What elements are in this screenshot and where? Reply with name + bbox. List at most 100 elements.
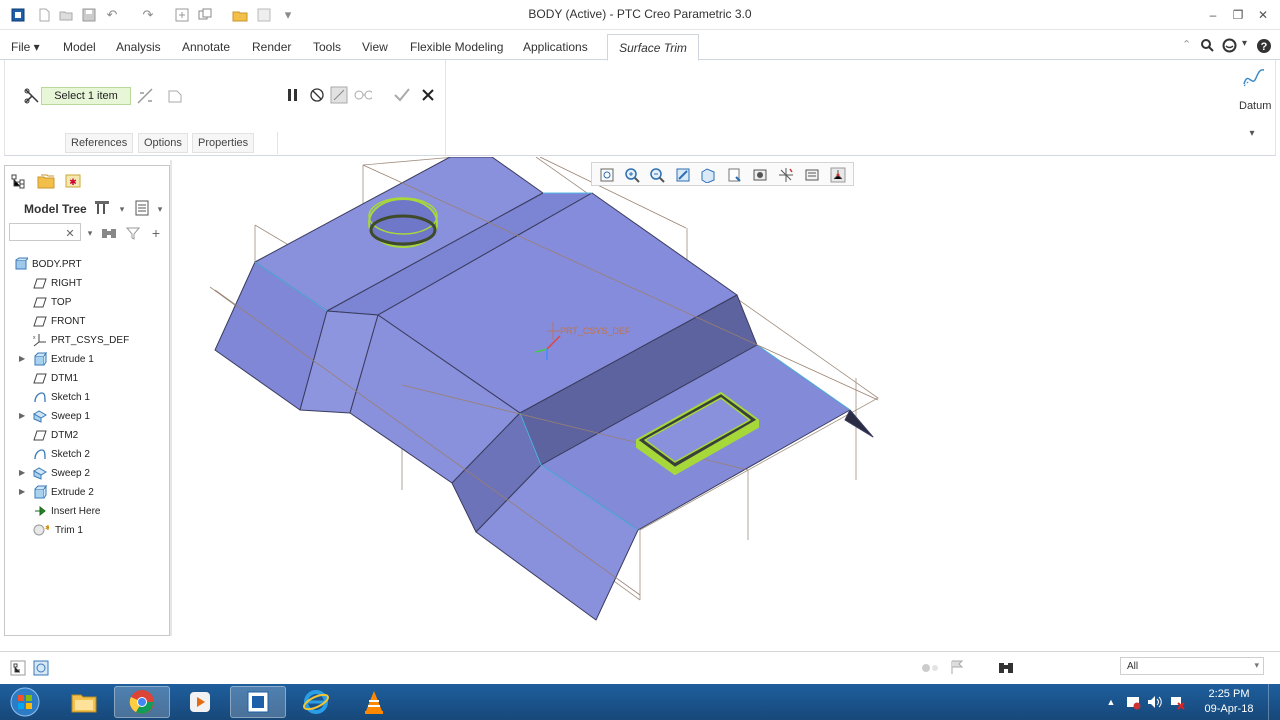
annotation-display-icon[interactable] [803,166,821,184]
tree-item-sweep-1[interactable]: ▶ Sweep 1 [5,408,169,426]
restore-icon[interactable]: ❐ [1227,6,1249,24]
tab-model[interactable]: Model [63,40,96,54]
trim-object-icon[interactable] [23,87,41,105]
start-button[interactable] [2,686,48,718]
search-dropdown-icon[interactable]: ▾ [81,224,99,242]
find-icon[interactable] [100,224,118,242]
community-icon[interactable] [1222,38,1237,56]
close-window-icon[interactable] [232,7,248,23]
tree-item-insert-here[interactable]: Insert Here [5,503,169,521]
show-hidden-icons-icon[interactable]: ▲ [1102,693,1120,711]
tab-analysis[interactable]: Analysis [116,40,161,54]
taskbar-explorer-icon[interactable] [56,686,112,718]
datum-icon[interactable] [1241,66,1267,92]
tab-options[interactable]: Options [138,133,188,153]
saved-orientations-icon[interactable] [725,166,743,184]
ok-check-icon[interactable] [393,86,411,104]
close-icon[interactable]: ✕ [1252,6,1274,24]
tree-item-extrude-1[interactable]: ▶ Extrude 1 [5,351,169,369]
favorites-tab-icon[interactable]: ✱ [64,172,82,190]
view-manager-icon[interactable] [751,166,769,184]
zoom-out-icon[interactable] [648,166,666,184]
expand-icon[interactable]: ▶ [19,354,25,363]
tab-surface-trim[interactable]: Surface Trim [607,34,699,61]
tab-annotate[interactable]: Annotate [182,40,230,54]
open-file-icon[interactable] [58,7,74,23]
flag-icon[interactable] [948,658,966,676]
show-dropdown-icon[interactable]: ▾ [151,200,169,218]
model-view[interactable]: PRT_CSYS_DEF [172,156,1276,647]
expand-icon[interactable]: ▶ [19,411,25,420]
save-icon[interactable] [81,7,97,23]
volume-icon[interactable] [1146,693,1164,711]
filter-icon[interactable] [124,224,142,242]
search-icon[interactable] [1200,38,1214,55]
tab-properties[interactable]: Properties [192,133,255,153]
add-column-icon[interactable]: + [147,224,165,242]
taskbar-clock[interactable]: 2:25 PM 09-Apr-18 [1196,687,1262,717]
customize-qat-icon[interactable]: ▾ [280,7,296,23]
action-center-icon[interactable] [1124,693,1142,711]
windows-icon[interactable] [197,7,213,23]
taskbar-creo-icon[interactable] [230,686,286,718]
model-tree-tab-icon[interactable] [9,172,27,190]
tree-settings-icon[interactable] [93,199,111,217]
network-icon[interactable] [1168,693,1186,711]
taskbar-chrome-icon[interactable] [114,686,170,718]
tree-item-dtm2[interactable]: DTM2 [5,427,169,445]
tree-item-right[interactable]: RIGHT [5,275,169,293]
new-file-icon[interactable] [36,7,52,23]
show-icon[interactable] [133,199,151,217]
datum-label[interactable]: Datum [1239,100,1271,112]
minimize-icon[interactable]: – [1202,6,1224,24]
refit-icon[interactable] [598,166,616,184]
tab-tools[interactable]: Tools [313,40,341,54]
cancel-x-icon[interactable] [419,86,437,104]
help-icon[interactable]: ? [1256,38,1272,57]
regenerate-icon[interactable] [174,7,190,23]
folder-browser-tab-icon[interactable] [37,172,55,190]
trimming-object-icon[interactable] [136,87,154,105]
redo-icon[interactable]: ↷ [140,7,156,23]
zoom-in-icon[interactable] [623,166,641,184]
verify-mode-icon[interactable] [354,86,372,104]
tree-settings-dropdown-icon[interactable]: ▾ [113,200,131,218]
tab-flexible-modeling[interactable]: Flexible Modeling [410,40,503,54]
tree-item-extrude-2[interactable]: ▶ Extrude 2 [5,484,169,502]
datum-display-filters-icon[interactable] [777,166,795,184]
flip-direction-icon[interactable] [166,87,184,105]
pause-icon[interactable] [284,86,302,104]
tab-render[interactable]: Render [252,40,291,54]
selection-filter-select[interactable]: All ▾ [1120,657,1264,675]
tab-file[interactable]: File ▾ [11,40,40,54]
expand-icon[interactable]: ▶ [19,468,25,477]
graphics-window[interactable]: PRT_CSYS_DEF [172,156,1276,647]
tree-item-top[interactable]: TOP [5,294,169,312]
show-browser-icon[interactable] [32,659,50,677]
spin-center-icon[interactable] [829,166,847,184]
tree-item-prt-csys-def[interactable]: x PRT_CSYS_DEF [5,332,169,350]
repaint-icon[interactable] [674,166,692,184]
trim-object-collector[interactable]: Select 1 item [41,87,131,105]
community-dropdown-icon[interactable]: ▾ [1242,38,1247,49]
tree-item-dtm1[interactable]: DTM1 [5,370,169,388]
expand-icon[interactable]: ▶ [19,487,25,496]
tree-item-sketch-1[interactable]: Sketch 1 [5,389,169,407]
tree-item-front[interactable]: FRONT [5,313,169,331]
attached-preview-icon[interactable] [330,86,348,104]
tab-view[interactable]: View [362,40,388,54]
taskbar-vlc-icon[interactable] [346,686,402,718]
no-preview-icon[interactable] [308,86,326,104]
tab-references[interactable]: References [65,133,134,153]
tree-item-body-prt[interactable]: BODY.PRT [5,256,169,274]
collapse-ribbon-icon[interactable]: ⌃ [1182,38,1191,51]
clear-search-icon[interactable]: ✕ [61,224,79,242]
settings-icon[interactable] [256,7,272,23]
datum-dropdown-icon[interactable]: ▾ [1243,124,1261,142]
taskbar-ie-icon[interactable] [288,686,344,718]
undo-icon[interactable]: ↶ [104,7,120,23]
tab-applications[interactable]: Applications [523,40,588,54]
tree-item-sweep-2[interactable]: ▶ Sweep 2 [5,465,169,483]
display-style-icon[interactable] [699,166,717,184]
tree-item-sketch-2[interactable]: Sketch 2 [5,446,169,464]
